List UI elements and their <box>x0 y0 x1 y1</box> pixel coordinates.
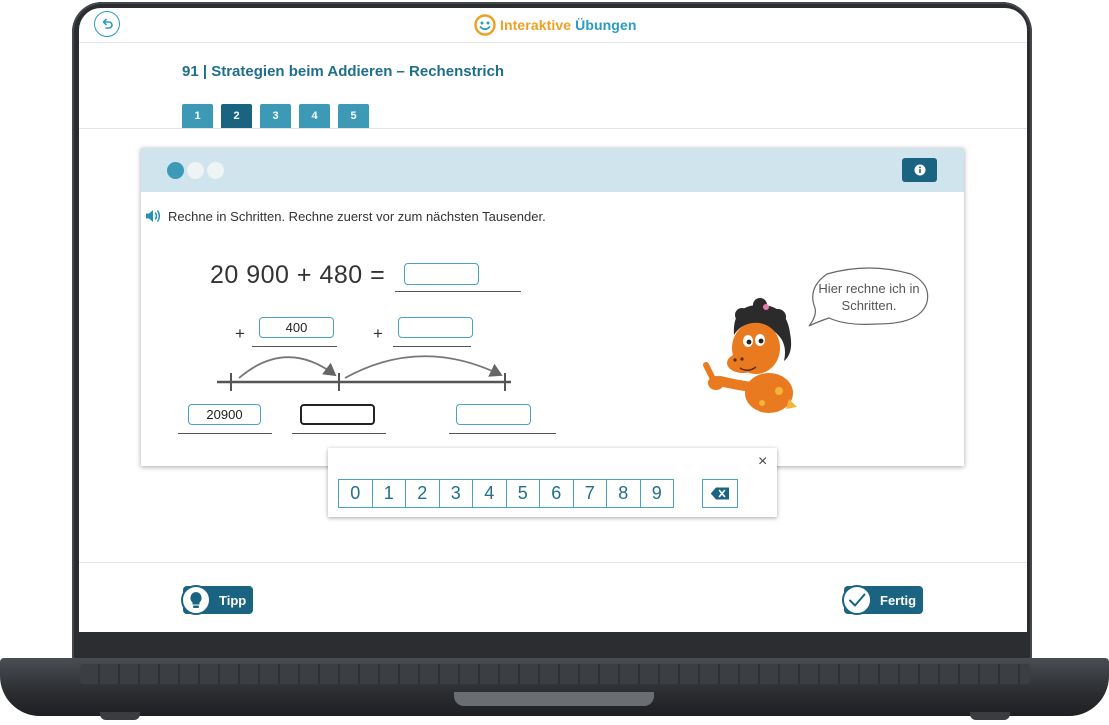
top-bar: Interaktive Übungen <box>79 8 1027 43</box>
key-0[interactable]: 0 <box>338 479 373 508</box>
keypad-close-button[interactable]: × <box>758 453 767 471</box>
backspace-button[interactable] <box>702 479 738 508</box>
result-input[interactable] <box>404 263 479 285</box>
key-4[interactable]: 4 <box>472 479 507 508</box>
start-underline <box>178 433 272 434</box>
laptop-foot-left <box>100 712 140 720</box>
progress-dot-2 <box>187 162 204 179</box>
start-value-box[interactable]: 20900 <box>188 404 261 425</box>
digit-keys: 0 1 2 3 4 5 6 7 8 9 <box>338 479 674 508</box>
tip-button[interactable]: Tipp <box>181 585 253 615</box>
exercise-card: Rechne in Schritten. Rechne zuerst vor z… <box>141 148 964 466</box>
done-button[interactable]: Fertig <box>842 585 923 615</box>
tabs-divider <box>79 128 1027 129</box>
smiley-logo-icon <box>474 14 496 36</box>
key-6[interactable]: 6 <box>539 479 574 508</box>
instruction-row: Rechne in Schritten. Rechne zuerst vor z… <box>145 208 546 224</box>
app-screen: Interaktive Übungen 91 | Strategien beim… <box>79 8 1027 632</box>
tab-5[interactable]: 5 <box>338 104 369 128</box>
tab-3[interactable]: 3 <box>260 104 291 128</box>
checkmark-icon <box>842 585 872 615</box>
step1-input[interactable]: 400 <box>259 317 334 338</box>
footer-divider <box>79 562 1027 563</box>
done-label: Fertig <box>880 592 917 608</box>
result-underline <box>395 291 521 292</box>
speaker-icon[interactable] <box>145 208 162 224</box>
progress-dot-1 <box>167 162 184 179</box>
number-keypad: × 0 1 2 3 4 5 6 7 8 9 <box>328 448 777 517</box>
back-arrow-icon <box>102 18 113 29</box>
key-9[interactable]: 9 <box>639 479 674 508</box>
info-button[interactable] <box>902 158 937 182</box>
back-button[interactable] <box>94 11 120 37</box>
mascot-character <box>703 298 797 413</box>
laptop-foot-right <box>970 712 1010 720</box>
end-underline <box>449 433 556 434</box>
instruction-text: Rechne in Schritten. Rechne zuerst vor z… <box>168 208 546 224</box>
step2-input[interactable] <box>398 317 473 338</box>
key-1[interactable]: 1 <box>371 479 406 508</box>
tab-4[interactable]: 4 <box>299 104 330 128</box>
progress-dot-3 <box>207 162 224 179</box>
key-3[interactable]: 3 <box>438 479 473 508</box>
middle-underline <box>292 433 386 434</box>
plus-sign-2: + <box>373 324 383 343</box>
key-7[interactable]: 7 <box>572 479 607 508</box>
key-2[interactable]: 2 <box>405 479 440 508</box>
backspace-icon <box>710 487 729 500</box>
middle-value-input[interactable] <box>300 404 375 425</box>
page-title: 91 | Strategien beim Addieren – Rechenst… <box>182 63 505 80</box>
end-value-input[interactable] <box>456 404 531 425</box>
tab-1[interactable]: 1 <box>182 104 213 128</box>
info-icon <box>914 164 925 176</box>
plus-sign-1: + <box>235 324 245 343</box>
app-logo: Interaktive Übungen <box>474 12 636 38</box>
key-8[interactable]: 8 <box>606 479 641 508</box>
number-line <box>217 355 511 391</box>
exercise-tabs: 1 2 3 4 5 <box>182 104 369 128</box>
laptop-keyboard <box>80 664 1030 684</box>
speech-bubble-text: Hier rechne ich in Schritten. <box>818 281 920 313</box>
tip-label: Tipp <box>219 592 247 608</box>
key-5[interactable]: 5 <box>505 479 540 508</box>
card-header <box>141 148 964 192</box>
laptop-notch <box>454 692 654 706</box>
logo-text: Interaktive Übungen <box>500 17 637 33</box>
lightbulb-icon <box>181 585 211 615</box>
tab-2[interactable]: 2 <box>221 104 252 128</box>
equation: 20 900 + 480 = <box>210 261 386 289</box>
